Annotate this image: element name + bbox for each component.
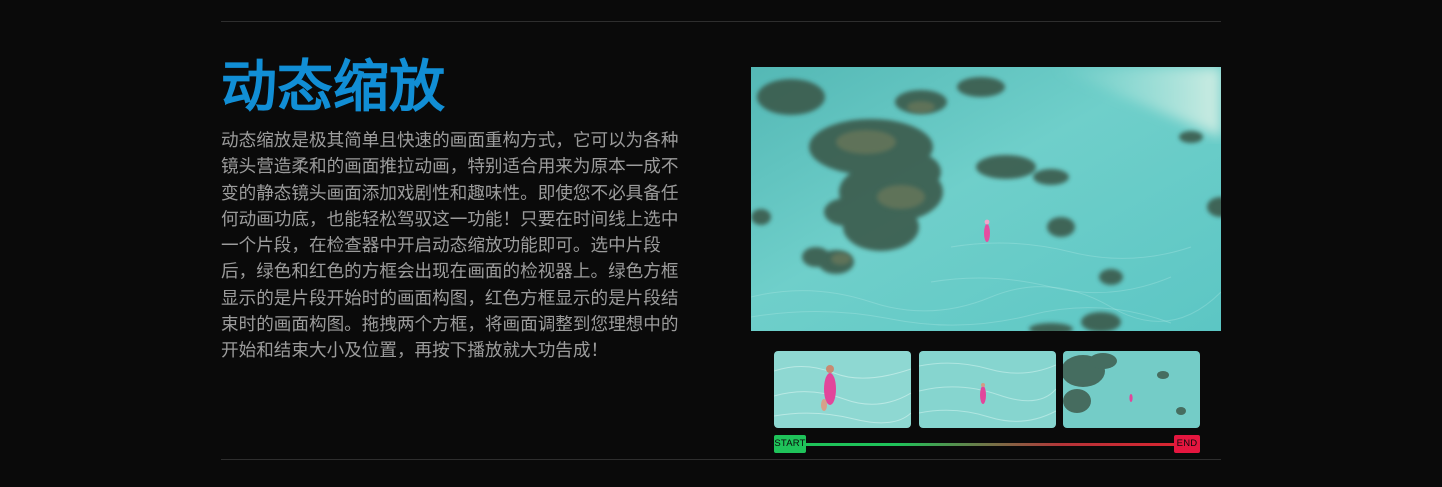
section-description: 动态缩放是极其简单且快速的画面重构方式，它可以为各种镜头营造柔和的画面推拉动画，… xyxy=(221,131,679,362)
zoom-timeline: START END xyxy=(774,435,1200,453)
thumbnail-middle-frame xyxy=(919,351,1056,428)
timeline-track xyxy=(804,442,1174,446)
thumbnail-end-frame xyxy=(1063,351,1200,428)
end-marker[interactable]: END xyxy=(1174,435,1200,453)
thumbnail-start-frame xyxy=(774,351,911,428)
start-marker[interactable]: START xyxy=(774,435,806,453)
bottom-divider xyxy=(221,459,1221,460)
main-viewer-image xyxy=(751,67,1221,331)
swimmer-figure xyxy=(984,219,990,242)
top-divider xyxy=(221,21,1221,22)
section-title: 动态缩放 xyxy=(221,55,445,120)
